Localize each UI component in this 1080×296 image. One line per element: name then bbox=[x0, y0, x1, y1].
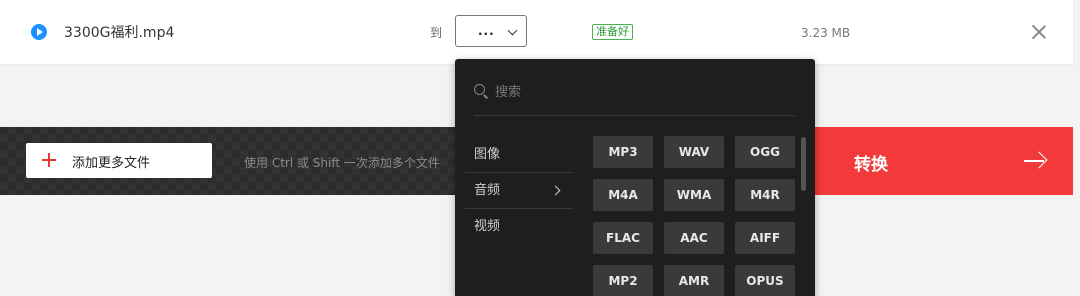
format-select-value: ... bbox=[478, 24, 495, 38]
search-input[interactable] bbox=[493, 81, 787, 103]
divider bbox=[474, 115, 795, 116]
plus-icon bbox=[42, 153, 56, 167]
format-option-m4r[interactable]: M4R bbox=[735, 179, 795, 211]
format-option-amr[interactable]: AMR bbox=[664, 265, 724, 296]
format-dropdown: 图像 音频 视频 MP3 WAV OGG M4A WMA M4R FLAC AA… bbox=[455, 59, 815, 296]
format-option-mp3[interactable]: MP3 bbox=[593, 136, 653, 168]
format-option-ogg[interactable]: OGG bbox=[735, 136, 795, 168]
format-option-flac[interactable]: FLAC bbox=[593, 222, 653, 254]
format-option-m4a[interactable]: M4A bbox=[593, 179, 653, 211]
category-item-video[interactable]: 视频 bbox=[465, 209, 573, 244]
category-item-audio[interactable]: 音频 bbox=[465, 173, 573, 209]
convert-button[interactable]: 转换 bbox=[810, 127, 1073, 195]
file-size: 3.23 MB bbox=[801, 26, 851, 40]
chevron-right-icon bbox=[550, 185, 561, 196]
status-badge: 准备好 bbox=[592, 24, 633, 40]
to-label: 到 bbox=[430, 26, 443, 40]
file-row: 3300G福利.mp4 到 ... 准备好 3.23 MB bbox=[0, 0, 1073, 64]
play-icon[interactable] bbox=[31, 24, 47, 40]
close-icon[interactable] bbox=[1031, 24, 1047, 40]
multi-select-hint: 使用 Ctrl 或 Shift 一次添加多个文件 bbox=[244, 156, 440, 170]
category-label: 音频 bbox=[474, 183, 501, 198]
add-files-label: 添加更多文件 bbox=[72, 156, 151, 171]
category-list: 图像 音频 视频 bbox=[465, 137, 573, 244]
format-option-wav[interactable]: WAV bbox=[664, 136, 724, 168]
category-label: 图像 bbox=[474, 147, 501, 162]
category-item-image[interactable]: 图像 bbox=[465, 137, 573, 173]
format-option-opus[interactable]: OPUS bbox=[735, 265, 795, 296]
convert-label: 转换 bbox=[854, 155, 888, 175]
chevron-down-icon bbox=[507, 25, 518, 36]
format-grid: MP3 WAV OGG M4A WMA M4R FLAC AAC AIFF MP… bbox=[593, 136, 795, 296]
scrollbar[interactable] bbox=[801, 137, 806, 191]
format-option-wma[interactable]: WMA bbox=[664, 179, 724, 211]
category-label: 视频 bbox=[474, 219, 501, 234]
format-option-aiff[interactable]: AIFF bbox=[735, 222, 795, 254]
search-icon bbox=[474, 84, 488, 98]
format-option-aac[interactable]: AAC bbox=[664, 222, 724, 254]
add-files-button[interactable]: 添加更多文件 bbox=[26, 143, 212, 178]
format-option-mp2[interactable]: MP2 bbox=[593, 265, 653, 296]
converter-window: 3300G福利.mp4 到 ... 准备好 3.23 MB 添加更多文件 使用 … bbox=[0, 0, 1080, 296]
file-name: 3300G福利.mp4 bbox=[64, 25, 175, 41]
arrow-right-icon bbox=[1024, 151, 1046, 171]
format-select[interactable]: ... bbox=[455, 15, 527, 47]
